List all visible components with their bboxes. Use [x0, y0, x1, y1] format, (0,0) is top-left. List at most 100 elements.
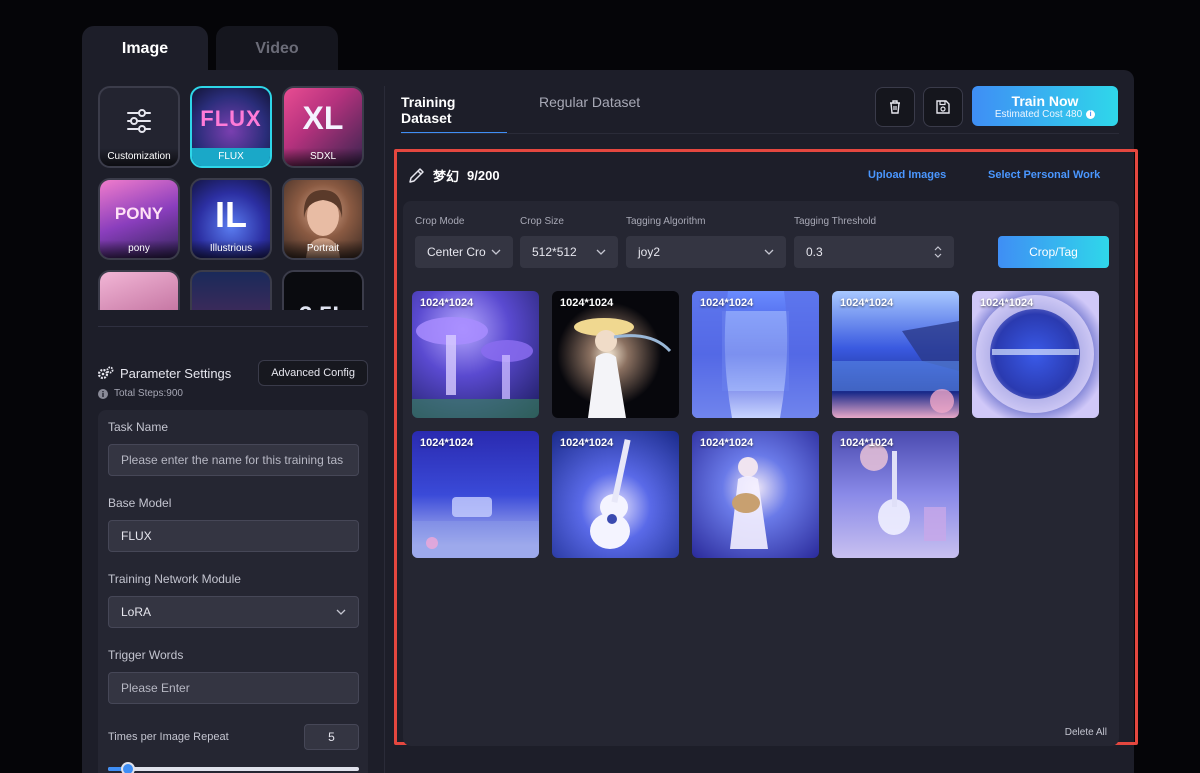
delete-all-link[interactable]: Delete All — [1065, 727, 1107, 738]
chevron-down-icon — [596, 249, 606, 255]
estimated-cost: Estimated Cost 480 i — [995, 109, 1096, 120]
tagging-threshold-input[interactable]: 0.3 — [794, 236, 954, 268]
crop-size-value: 512*512 — [532, 245, 577, 259]
save-button[interactable] — [923, 87, 963, 127]
base-model-label: Base Model — [108, 496, 172, 510]
dataset-image[interactable]: 1024*1024 — [412, 431, 539, 558]
chevron-up-icon[interactable] — [934, 246, 942, 251]
main-panel: Customization FLUX FLUX XL SDXL PONY pon… — [82, 70, 1138, 773]
sliders-icon — [127, 109, 151, 133]
model-label: pony — [100, 240, 178, 258]
number-stepper[interactable] — [934, 246, 942, 258]
model-label: SDXL — [284, 148, 362, 166]
dataset-image[interactable]: 1024*1024 — [832, 431, 959, 558]
slider-track — [108, 767, 359, 771]
night-bus-image — [412, 497, 539, 558]
crop-size-select[interactable]: 512*512 — [520, 236, 618, 268]
tab-regular-dataset[interactable]: Regular Dataset — [539, 94, 640, 134]
tab-video[interactable]: Video — [216, 26, 338, 72]
repeat-label: Times per Image Repeat — [108, 731, 229, 743]
tagging-threshold-label: Tagging Threshold — [794, 216, 877, 227]
dataset-tabs: Training Dataset Regular Dataset — [401, 94, 640, 134]
guitar-still-life-image — [860, 443, 946, 541]
tab-training-dataset[interactable]: Training Dataset — [401, 94, 507, 134]
chevron-down-icon — [491, 249, 501, 255]
image-resolution: 1024*1024 — [560, 437, 614, 449]
train-now-label: Train Now — [1011, 92, 1079, 109]
delete-button[interactable] — [875, 87, 915, 127]
upload-images-link[interactable]: Upload Images — [868, 169, 946, 181]
model-card-flux[interactable]: FLUX FLUX — [190, 86, 272, 168]
tab-image[interactable]: Image — [82, 26, 208, 72]
network-module-label: Training Network Module — [108, 572, 241, 586]
training-form: Task Name Please enter the name for this… — [98, 410, 368, 773]
network-module-value: LoRA — [121, 605, 152, 619]
sidebar: Customization FLUX FLUX XL SDXL PONY pon… — [98, 86, 370, 773]
save-icon — [936, 100, 950, 114]
tagging-threshold-value: 0.3 — [806, 245, 823, 259]
sidebar-divider — [98, 326, 368, 327]
model-card-night[interactable] — [190, 270, 272, 310]
model-card-portrait[interactable]: Portrait — [282, 178, 364, 260]
dataset-image[interactable]: 1024*1024 — [552, 431, 679, 558]
girl-hat-image — [574, 318, 672, 418]
dataset-header: 梦幻 9/200 — [407, 166, 500, 185]
image-resolution: 1024*1024 — [700, 437, 754, 449]
gears-icon — [98, 366, 114, 380]
trigger-words-placeholder: Please Enter — [121, 681, 190, 695]
trigger-words-input[interactable]: Please Enter — [108, 672, 359, 704]
model-label: Illustrious — [192, 240, 270, 258]
crop-mode-value: Center Cro — [427, 245, 486, 259]
model-card-pony[interactable]: PONY pony — [98, 178, 180, 260]
crop-size-label: Crop Size — [520, 216, 564, 227]
task-name-placeholder: Please enter the name for this training … — [121, 453, 344, 467]
crop-mode-select[interactable]: Center Cro — [415, 236, 513, 268]
dataset-image[interactable]: 1024*1024 — [692, 291, 819, 418]
base-model-value: FLUX — [121, 529, 152, 543]
tagging-algorithm-select[interactable]: joy2 — [626, 236, 786, 268]
image-resolution: 1024*1024 — [980, 297, 1034, 309]
chevron-down-icon — [336, 609, 346, 615]
chevron-down-icon[interactable] — [934, 253, 942, 258]
tabs-underline — [401, 133, 1119, 134]
dataset-name: 梦幻 — [433, 169, 460, 184]
image-resolution: 1024*1024 — [840, 297, 894, 309]
model-grid: Customization FLUX FLUX XL SDXL PONY pon… — [98, 86, 364, 310]
model-card-illustrious[interactable]: IL Illustrious — [190, 178, 272, 260]
model-card-35[interactable]: 3.5L — [282, 270, 364, 310]
crop-mode-label: Crop Mode — [415, 216, 465, 227]
select-personal-work-link[interactable]: Select Personal Work — [988, 169, 1100, 181]
image-resolution: 1024*1024 — [420, 437, 474, 449]
train-now-button[interactable]: Train Now Estimated Cost 480 i — [972, 86, 1118, 126]
repeat-slider[interactable] — [108, 758, 359, 773]
trigger-words-label: Trigger Words — [108, 648, 184, 662]
dataset-image[interactable]: 1024*1024 — [692, 431, 819, 558]
base-model-field: FLUX — [108, 520, 359, 552]
model-art-text: IL — [215, 194, 247, 235]
repeat-input[interactable]: 5 — [304, 724, 359, 750]
task-name-label: Task Name — [108, 420, 169, 434]
model-card-customization[interactable]: Customization — [98, 86, 180, 168]
pencil-icon[interactable] — [407, 167, 425, 185]
model-art-text: PONY — [114, 204, 164, 223]
dataset-panel: 梦幻 9/200 Upload Images Select Personal W… — [394, 149, 1138, 746]
dataset-image[interactable]: 1024*1024 — [412, 291, 539, 418]
model-card-sdxl[interactable]: XL SDXL — [282, 86, 364, 168]
dataset-image[interactable]: 1024*1024 — [972, 291, 1099, 418]
crop-tag-button[interactable]: Crop/Tag — [998, 236, 1109, 268]
dataset-image[interactable]: 1024*1024 — [552, 291, 679, 418]
parameter-settings-title: Parameter Settings — [98, 366, 231, 381]
dataset-image[interactable]: 1024*1024 — [832, 291, 959, 418]
tagging-algorithm-value: joy2 — [638, 245, 661, 259]
guitar-image — [590, 439, 631, 549]
network-module-select[interactable]: LoRA — [108, 596, 359, 628]
info-icon — [98, 388, 108, 399]
image-resolution: 1024*1024 — [420, 297, 474, 309]
slider-knob[interactable] — [121, 762, 136, 773]
image-resolution: 1024*1024 — [840, 437, 894, 449]
task-name-input[interactable]: Please enter the name for this training … — [108, 444, 359, 476]
dataset-count: 9/200 — [467, 168, 500, 183]
model-card-anime[interactable] — [98, 270, 180, 310]
advanced-config-button[interactable]: Advanced Config — [258, 360, 368, 386]
model-label: FLUX — [192, 148, 270, 166]
